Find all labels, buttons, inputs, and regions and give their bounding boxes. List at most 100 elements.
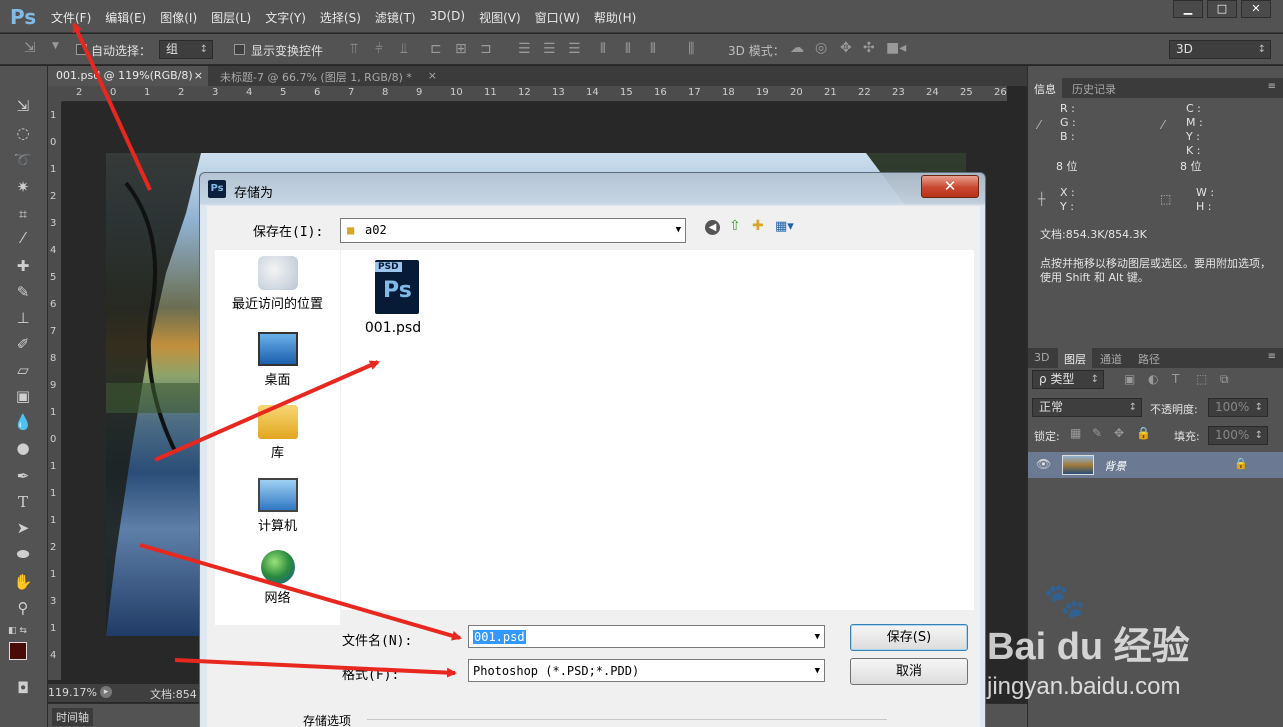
auto-select-dropdown[interactable]: 组: [159, 40, 213, 59]
lock-all-icon[interactable]: 🔒: [1136, 426, 1151, 440]
layer-row-background[interactable]: 👁 背景 🔒: [1028, 452, 1283, 478]
place-recent[interactable]: 最近访问的位置: [215, 256, 340, 312]
tab-paths[interactable]: 路径: [1132, 348, 1166, 368]
tab-untitled-7[interactable]: 未标题-7 @ 66.7% (图层 1, RGB/8) * ×: [212, 66, 442, 86]
move-tool-icon[interactable]: ⇲: [12, 96, 34, 116]
tab-channels[interactable]: 通道: [1094, 348, 1128, 368]
3d-scale-icon[interactable]: ■◂: [886, 40, 906, 56]
menu-3d[interactable]: 3D(D): [430, 9, 465, 26]
quick-mask-icon[interactable]: ◘: [12, 678, 34, 698]
distribute-left-icon[interactable]: ⫴: [600, 41, 606, 57]
clone-stamp-icon[interactable]: ⊥: [12, 308, 34, 328]
lock-position-icon[interactable]: ✥: [1114, 426, 1124, 440]
menu-help[interactable]: 帮助(H): [594, 9, 636, 26]
filename-input[interactable]: 001.psd ▼: [468, 625, 825, 648]
tab-layers[interactable]: 图层: [1058, 348, 1092, 368]
distribute-top-icon[interactable]: ☰: [518, 41, 531, 57]
filter-smart-icon[interactable]: ⧉: [1220, 372, 1229, 387]
close-tab-icon[interactable]: ×: [428, 69, 437, 82]
distribute-right-icon[interactable]: ⫴: [650, 41, 656, 57]
eyedropper-icon[interactable]: ⁄: [12, 228, 34, 248]
menu-image[interactable]: 图像(I): [160, 9, 197, 26]
path-select-icon[interactable]: ➤: [12, 518, 34, 538]
lasso-tool-icon[interactable]: ➰: [12, 150, 34, 170]
marquee-tool-icon[interactable]: ◌: [12, 123, 34, 143]
distribute-hcenter-icon[interactable]: ⫴: [625, 41, 631, 57]
dodge-tool-icon[interactable]: ●: [12, 438, 34, 458]
auto-select-checkbox[interactable]: [76, 44, 87, 55]
menu-edit[interactable]: 编辑(E): [105, 9, 146, 26]
dialog-close-button[interactable]: ✕: [921, 175, 979, 198]
visibility-eye-icon[interactable]: 👁: [1036, 457, 1051, 471]
menu-view[interactable]: 视图(V): [479, 9, 521, 26]
save-button[interactable]: 保存(S): [850, 624, 968, 651]
zoom-tool-icon[interactable]: ⚲: [12, 598, 34, 618]
menu-select[interactable]: 选择(S): [320, 9, 361, 26]
align-top-icon[interactable]: ⫪: [350, 41, 358, 57]
tool-preset-chevron-icon[interactable]: ▼: [52, 41, 59, 51]
distribute-vcenter-icon[interactable]: ☰: [543, 41, 556, 57]
3d-slide-icon[interactable]: ✣: [863, 40, 875, 56]
align-vcenter-icon[interactable]: ⫩: [375, 41, 383, 57]
healing-brush-icon[interactable]: ✚: [12, 256, 34, 276]
opacity-input[interactable]: 100%: [1208, 398, 1268, 417]
eraser-icon[interactable]: ▱: [12, 360, 34, 380]
timeline-tab[interactable]: 时间轴: [52, 708, 93, 726]
zoom-level[interactable]: 119.17%: [48, 686, 97, 699]
lock-pixels-icon[interactable]: ▦: [1070, 426, 1081, 440]
file-list[interactable]: PSD Ps 001.psd: [341, 250, 974, 610]
filter-adjust-icon[interactable]: ◐: [1148, 372, 1158, 386]
history-brush-icon[interactable]: ✐: [12, 334, 34, 354]
status-menu-icon[interactable]: ▸: [100, 686, 112, 698]
close-window-button[interactable]: ✕: [1241, 0, 1271, 18]
new-folder-icon[interactable]: ✚: [752, 218, 764, 234]
crop-tool-icon[interactable]: ⌗: [12, 204, 34, 224]
filter-type-icon[interactable]: T: [1172, 372, 1179, 386]
maximize-button[interactable]: □: [1207, 0, 1237, 18]
up-folder-icon[interactable]: ⇧: [729, 218, 741, 234]
default-colors-icon[interactable]: ◧ ⇆: [8, 626, 27, 636]
blend-mode-dropdown[interactable]: 正常: [1032, 398, 1142, 417]
type-tool-icon[interactable]: T: [12, 492, 34, 512]
panel-menu-icon[interactable]: ≡: [1268, 81, 1276, 92]
format-dropdown[interactable]: Photoshop (*.PSD;*.PDD) ▼: [468, 659, 825, 682]
workspace-dropdown[interactable]: 3D: [1169, 40, 1271, 59]
hand-tool-icon[interactable]: ✋: [12, 572, 34, 592]
save-in-dropdown[interactable]: ■ a02 ▼: [340, 218, 686, 243]
align-hcenter-icon[interactable]: ⊞: [455, 41, 467, 57]
back-icon[interactable]: ◀: [705, 220, 720, 235]
layer-filter-dropdown[interactable]: ρ 类型: [1032, 370, 1104, 389]
magic-wand-icon[interactable]: ✷: [12, 177, 34, 197]
brush-tool-icon[interactable]: ✎: [12, 282, 34, 302]
place-computer[interactable]: 计算机: [215, 478, 340, 534]
show-transform-checkbox[interactable]: [234, 44, 245, 55]
lock-paint-icon[interactable]: ✎: [1092, 426, 1102, 440]
cancel-button[interactable]: 取消: [850, 658, 968, 685]
align-right-icon[interactable]: ⊐: [480, 41, 492, 57]
panel-menu-icon[interactable]: ≡: [1268, 351, 1276, 362]
place-desktop[interactable]: 桌面: [215, 332, 340, 388]
menu-filter[interactable]: 滤镜(T): [375, 9, 416, 26]
3d-roll-icon[interactable]: ◎: [815, 40, 827, 56]
minimize-button[interactable]: ▁: [1173, 0, 1203, 18]
close-tab-icon[interactable]: ×: [194, 69, 203, 82]
tab-3d[interactable]: 3D: [1028, 348, 1055, 368]
3d-pan-icon[interactable]: ✥: [840, 40, 852, 56]
view-menu-icon[interactable]: ▦▾: [775, 219, 794, 234]
tab-history[interactable]: 历史记录: [1066, 78, 1122, 98]
layer-name[interactable]: 背景: [1104, 458, 1126, 474]
menu-window[interactable]: 窗口(W): [535, 9, 580, 26]
ellipse-tool-icon[interactable]: ⬬: [12, 544, 34, 564]
place-network[interactable]: 网络: [215, 550, 340, 606]
auto-align-icon[interactable]: ⫼: [688, 41, 694, 57]
fill-input[interactable]: 100%: [1208, 426, 1268, 445]
place-libraries[interactable]: 库: [215, 405, 340, 461]
menu-file[interactable]: 文件(F): [51, 9, 91, 26]
filter-pixel-icon[interactable]: ▣: [1124, 372, 1135, 386]
tab-001-psd[interactable]: 001.psd @ 119%(RGB/8) ×: [48, 66, 208, 86]
move-tool-icon[interactable]: ⇲: [24, 40, 36, 56]
menu-layer[interactable]: 图层(L): [211, 9, 251, 26]
gradient-tool-icon[interactable]: ▣: [12, 386, 34, 406]
tab-info[interactable]: 信息: [1028, 78, 1062, 98]
pen-tool-icon[interactable]: ✒: [12, 466, 34, 486]
